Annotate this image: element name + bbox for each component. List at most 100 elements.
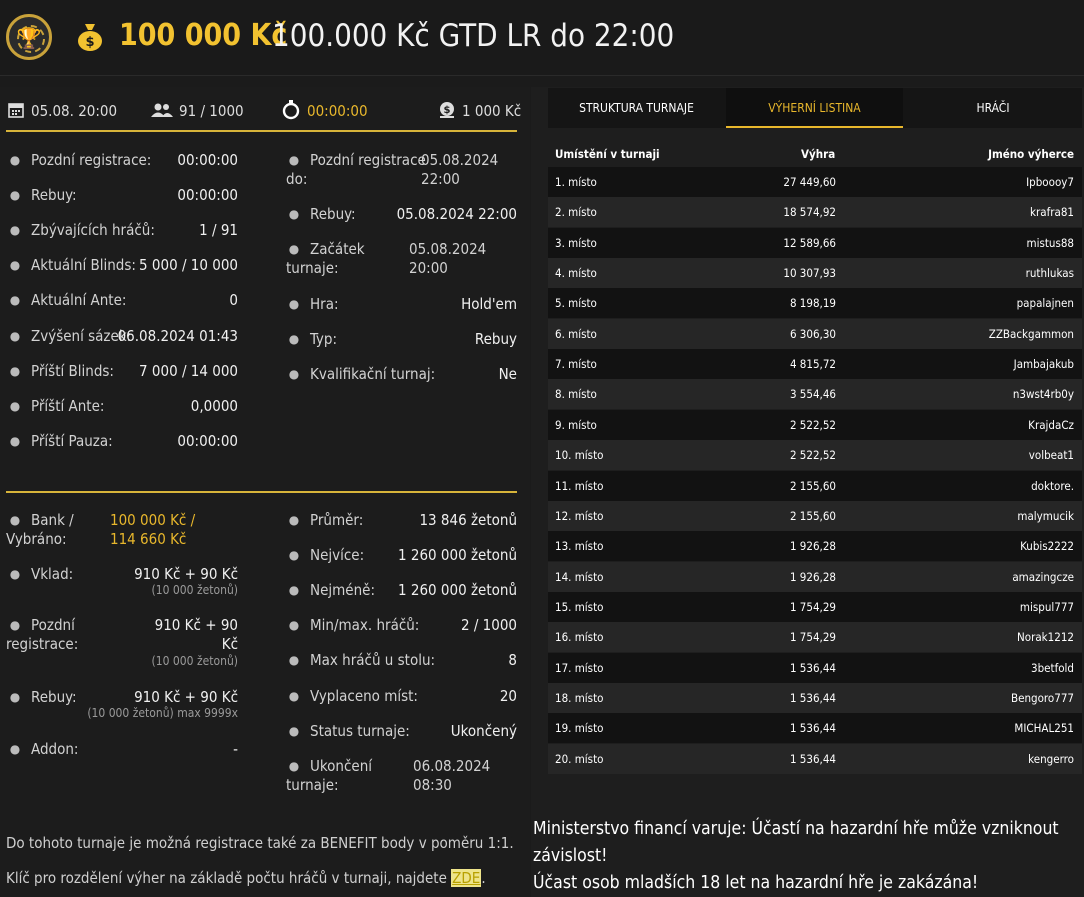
late-reg-label-2: registrace: [6, 635, 79, 653]
info-label: Hra: [310, 295, 339, 313]
stat-value: 1 260 000 žetonů [398, 581, 517, 599]
rebuy-chips: (10 000 žetonů) max 9999x [87, 706, 238, 720]
stat-label-2: turnaje: [286, 776, 339, 794]
info-value: 5 000 / 10 000 [139, 256, 238, 275]
place-cell: 15. místo [555, 599, 604, 614]
payout-icon: ● [288, 689, 300, 703]
buyin-amount: 1 000 Kč [462, 102, 522, 120]
prize-cell: 1 536,44 [789, 721, 836, 736]
place-cell: 9. místo [555, 417, 597, 432]
chips-icon: ● [9, 690, 21, 704]
tabs-bar: STRUKTURA TURNAJE VÝHERNÍ LISTINA HRÁČI [548, 88, 1082, 128]
flag-icon: ● [288, 242, 300, 256]
prize-cell: 1 926,28 [789, 569, 836, 584]
place-cell: 17. místo [555, 660, 604, 675]
winner-cell: krafra81 [1030, 205, 1074, 220]
prize-cell: 2 522,52 [789, 448, 836, 463]
winner-cell: 3betfold [1031, 660, 1074, 675]
player-count: 91 / 1000 [179, 102, 244, 120]
chips-icon: ● [9, 188, 21, 203]
place-cell: 6. místo [555, 326, 597, 341]
start-date: 05.08. 20:00 [31, 102, 118, 120]
winner-cell: MICHAL251 [1014, 721, 1074, 736]
prize-cell: 12 589,66 [783, 235, 836, 250]
prize-cell: 18 574,92 [783, 205, 836, 220]
table-row: 5. místo 8 198,19 papalajnen [548, 288, 1082, 319]
chip-icon: ● [288, 548, 300, 562]
table-row: 18. místo 1 536,44 Bengoro777 [548, 682, 1082, 713]
svg-text:$: $ [85, 35, 94, 50]
clubs-icon: ● [288, 332, 300, 346]
info-label: Příští Pauza: [31, 431, 113, 450]
place-cell: 14. místo [555, 569, 604, 584]
payout-key-link[interactable]: ZDE [451, 869, 482, 887]
warning-line-1: Ministerstvo financí varuje: Účastí na h… [533, 819, 1059, 866]
bank-label-2: Vybráno: [6, 530, 67, 548]
late-reg-chips: (10 000 žetonů) [151, 654, 238, 668]
info-label: Rebuy: [310, 205, 356, 223]
stat-label: Ukončení [310, 757, 372, 775]
column-header-prize: Výhra [801, 147, 836, 161]
tab-players[interactable]: HRÁČI [904, 88, 1082, 128]
table-row: 9. místo 2 522,52 KrajdaCz [548, 409, 1082, 440]
winner-cell: kengerro [1028, 751, 1074, 766]
chips-icon: ● [9, 567, 21, 581]
deposit-chips: (10 000 žetonů) [151, 583, 238, 597]
stat-value-2: 08:30 [413, 776, 452, 794]
prize-cell: 1 536,44 [789, 690, 836, 705]
user-add-icon: ● [288, 153, 300, 167]
info-value: 00:00:00 [177, 186, 238, 205]
column-header-winner: Jméno výherce [988, 147, 1074, 161]
buyin-icon: $ [440, 102, 454, 118]
winner-cell: doktore. [1031, 478, 1074, 493]
table-row: 8. místo 3 554,46 n3wst4rb0y [548, 379, 1082, 410]
tab-payout-list[interactable]: VÝHERNÍ LISTINA [726, 88, 903, 128]
table-row: 10. místo 2 522,52 volbeat1 [548, 440, 1082, 471]
bank-value: 100 000 Kč / [110, 511, 196, 529]
rebuy-label: Rebuy: [31, 688, 77, 706]
info-value: 1 / 91 [199, 221, 238, 240]
users-icon: ● [288, 618, 300, 632]
winner-cell: Bengoro777 [1011, 690, 1074, 705]
payout-key-text: Klíč pro rozdělení výher na základě počt… [6, 869, 452, 887]
warning-line-2: Účast osob mladších 18 let na hazardní h… [533, 873, 979, 893]
deposit-label: Vklad: [31, 565, 74, 583]
cards-icon: ● [288, 297, 300, 311]
winner-cell: malymucik [1017, 508, 1074, 523]
flag-icon: ● [288, 759, 300, 773]
chip-icon: ● [288, 513, 300, 527]
info-value: 00:00:00 [177, 151, 238, 169]
divider [6, 130, 517, 132]
arrow-up-icon: ● [9, 328, 21, 343]
divider [6, 491, 517, 493]
table-row: 17. místo 1 536,44 3betfold [548, 652, 1082, 683]
info-value: 00:00:00 [177, 431, 238, 450]
table-row: 3. místo 12 589,66 mistus88 [548, 227, 1082, 258]
late-reg-value: 910 Kč + 90 [154, 616, 238, 634]
place-cell: 3. místo [555, 235, 597, 250]
stopwatch-icon [282, 100, 300, 120]
info-value-2: 22:00 [421, 170, 460, 188]
chips-icon: ● [9, 363, 21, 378]
info-icon: ● [288, 724, 300, 738]
gambling-warning: Ministerstvo financí varuje: Účastí na h… [533, 816, 1083, 897]
rebuy-value: 910 Kč + 90 Kč [134, 688, 238, 706]
table-row: 12. místo 2 155,60 malymucik [548, 500, 1082, 531]
prize-cell: 1 536,44 [789, 660, 836, 675]
info-value-2: 20:00 [409, 259, 448, 277]
table-row: 19. místo 1 536,44 MICHAL251 [548, 713, 1082, 744]
medal-icon: ● [288, 367, 300, 381]
winner-cell: mispul777 [1019, 599, 1074, 614]
payout-key-end: . [481, 869, 486, 887]
table-row: 6. místo 6 306,30 ZZBackgammon [548, 318, 1082, 349]
tab-structure[interactable]: STRUKTURA TURNAJE [548, 88, 725, 128]
prize-cell: 1 536,44 [789, 751, 836, 766]
prize-cell: 1 926,28 [789, 539, 836, 554]
table-row: 13. místo 1 926,28 Kubis2222 [548, 531, 1082, 562]
winner-cell: KrajdaCz [1028, 417, 1074, 432]
place-cell: 4. místo [555, 266, 597, 281]
place-cell: 8. místo [555, 387, 597, 402]
winner-cell: Kubis2222 [1020, 539, 1074, 554]
info-label: Příští Blinds: [31, 361, 114, 380]
prize-cell: 2 155,60 [789, 478, 836, 493]
